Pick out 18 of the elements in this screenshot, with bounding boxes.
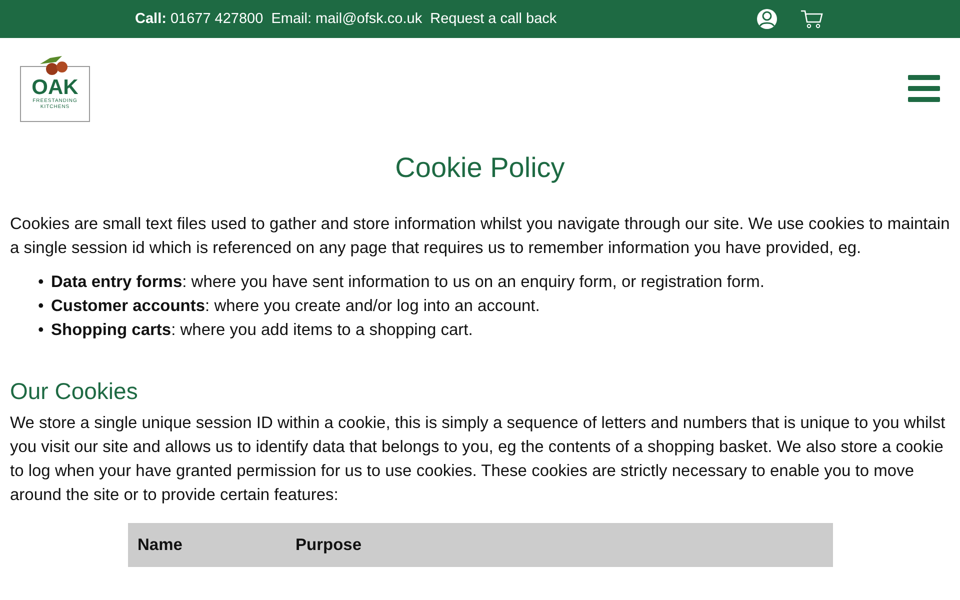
list-item: Customer accounts: where you create and/or log into an account.: [51, 296, 540, 317]
bullet: •: [38, 296, 44, 317]
list-item: Shopping carts: where you add items to a shopping cart.: [51, 320, 473, 341]
menu-button[interactable]: [908, 74, 940, 102]
section-paragraph: We store a single unique session ID within a cookie, this is simply a sequence of letters and numbers that is unique to you whilst you visit our site and allows us to identify data that belongs to you, eg the contents of a shopping basket. We also store a cookie to log when your have granted permission for us to use cookies. These cookies are strictly necessary to enable you to move around the site or to provide certain features:: [10, 413, 946, 506]
account-icon[interactable]: [756, 8, 778, 30]
section-heading: Our Cookies: [10, 378, 139, 405]
phone-number: Call: 01677 427800: [135, 11, 264, 27]
column-header: Purpose: [296, 536, 363, 554]
page-title: Cookie Policy: [394, 152, 566, 184]
call-back-link[interactable]: Request a call back: [430, 11, 557, 27]
email-address: Email: mail@ofsk.co.uk: [271, 11, 422, 27]
intro-paragraph: Cookies are small text files used to gather and store information whilst you navigate through our site. We use cookies to maintain a single session id which is referenced on any page that requires us to remember information you have provided, eg.: [10, 214, 950, 259]
list-item: Data entry forms: where you have sent information to us on an enquiry form, or registration form.: [51, 272, 764, 293]
bullet: •: [38, 272, 44, 293]
cart-icon[interactable]: [800, 9, 824, 29]
column-header: Name: [138, 536, 184, 554]
bullet: •: [38, 320, 44, 341]
